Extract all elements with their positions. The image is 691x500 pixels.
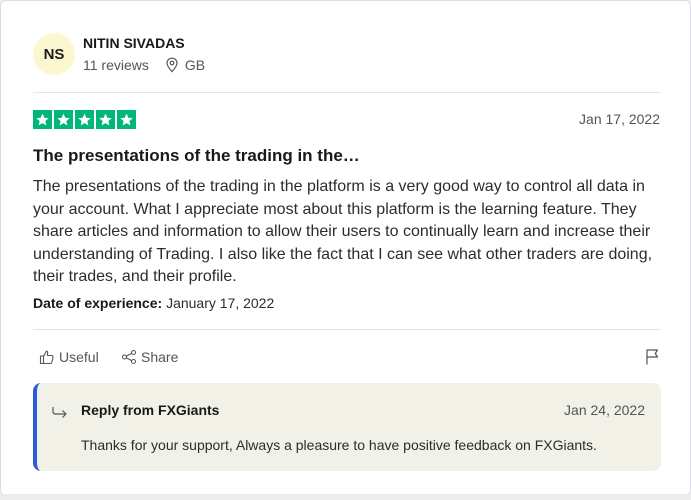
consumer-meta: 11 reviews GB: [83, 57, 205, 73]
page-background: [0, 494, 691, 500]
reply-arrow-icon: [52, 407, 67, 418]
avatar-initials: NS: [43, 45, 65, 63]
star-icon: [33, 110, 52, 129]
review-count: 11 reviews: [83, 57, 149, 73]
thumbs-up-icon: [39, 350, 54, 365]
consumer-location: GB: [165, 57, 205, 73]
review-body: The presentations of the trading in the …: [33, 178, 653, 285]
consumer-name[interactable]: NITIN SIVADAS: [83, 35, 185, 51]
experience-label: Date of experience:: [33, 295, 163, 311]
star-icon: [54, 110, 73, 129]
flag-icon: [646, 349, 659, 365]
share-icon: [121, 349, 137, 365]
share-label: Share: [141, 349, 179, 365]
useful-label: Useful: [59, 349, 99, 365]
share-button[interactable]: Share: [121, 348, 178, 366]
star-rating: [33, 110, 138, 129]
experience-date: January 17, 2022: [166, 295, 275, 311]
reply-date: Jan 24, 2022: [564, 402, 645, 418]
divider: [33, 92, 661, 93]
star-icon: [75, 110, 94, 129]
review-card: NS NITIN SIVADAS 11 reviews GB Jan 17, 2…: [0, 0, 691, 496]
company-reply: Reply from FXGiants Jan 24, 2022 Thanks …: [33, 383, 661, 471]
reply-title: Reply from FXGiants: [81, 402, 220, 418]
divider: [33, 329, 661, 330]
country-code: GB: [184, 57, 206, 73]
report-button[interactable]: [644, 348, 660, 371]
date-of-experience: Date of experience: January 17, 2022: [33, 295, 274, 311]
star-icon: [117, 110, 136, 129]
avatar[interactable]: NS: [33, 33, 75, 75]
star-icon: [96, 110, 115, 129]
location-pin-icon: [166, 57, 178, 73]
reply-text: Thanks for your support, Always a pleasu…: [81, 437, 597, 453]
review-date: Jan 17, 2022: [579, 111, 660, 127]
useful-button[interactable]: Useful: [39, 348, 99, 366]
review-title[interactable]: The presentations of the trading in the…: [33, 146, 360, 166]
